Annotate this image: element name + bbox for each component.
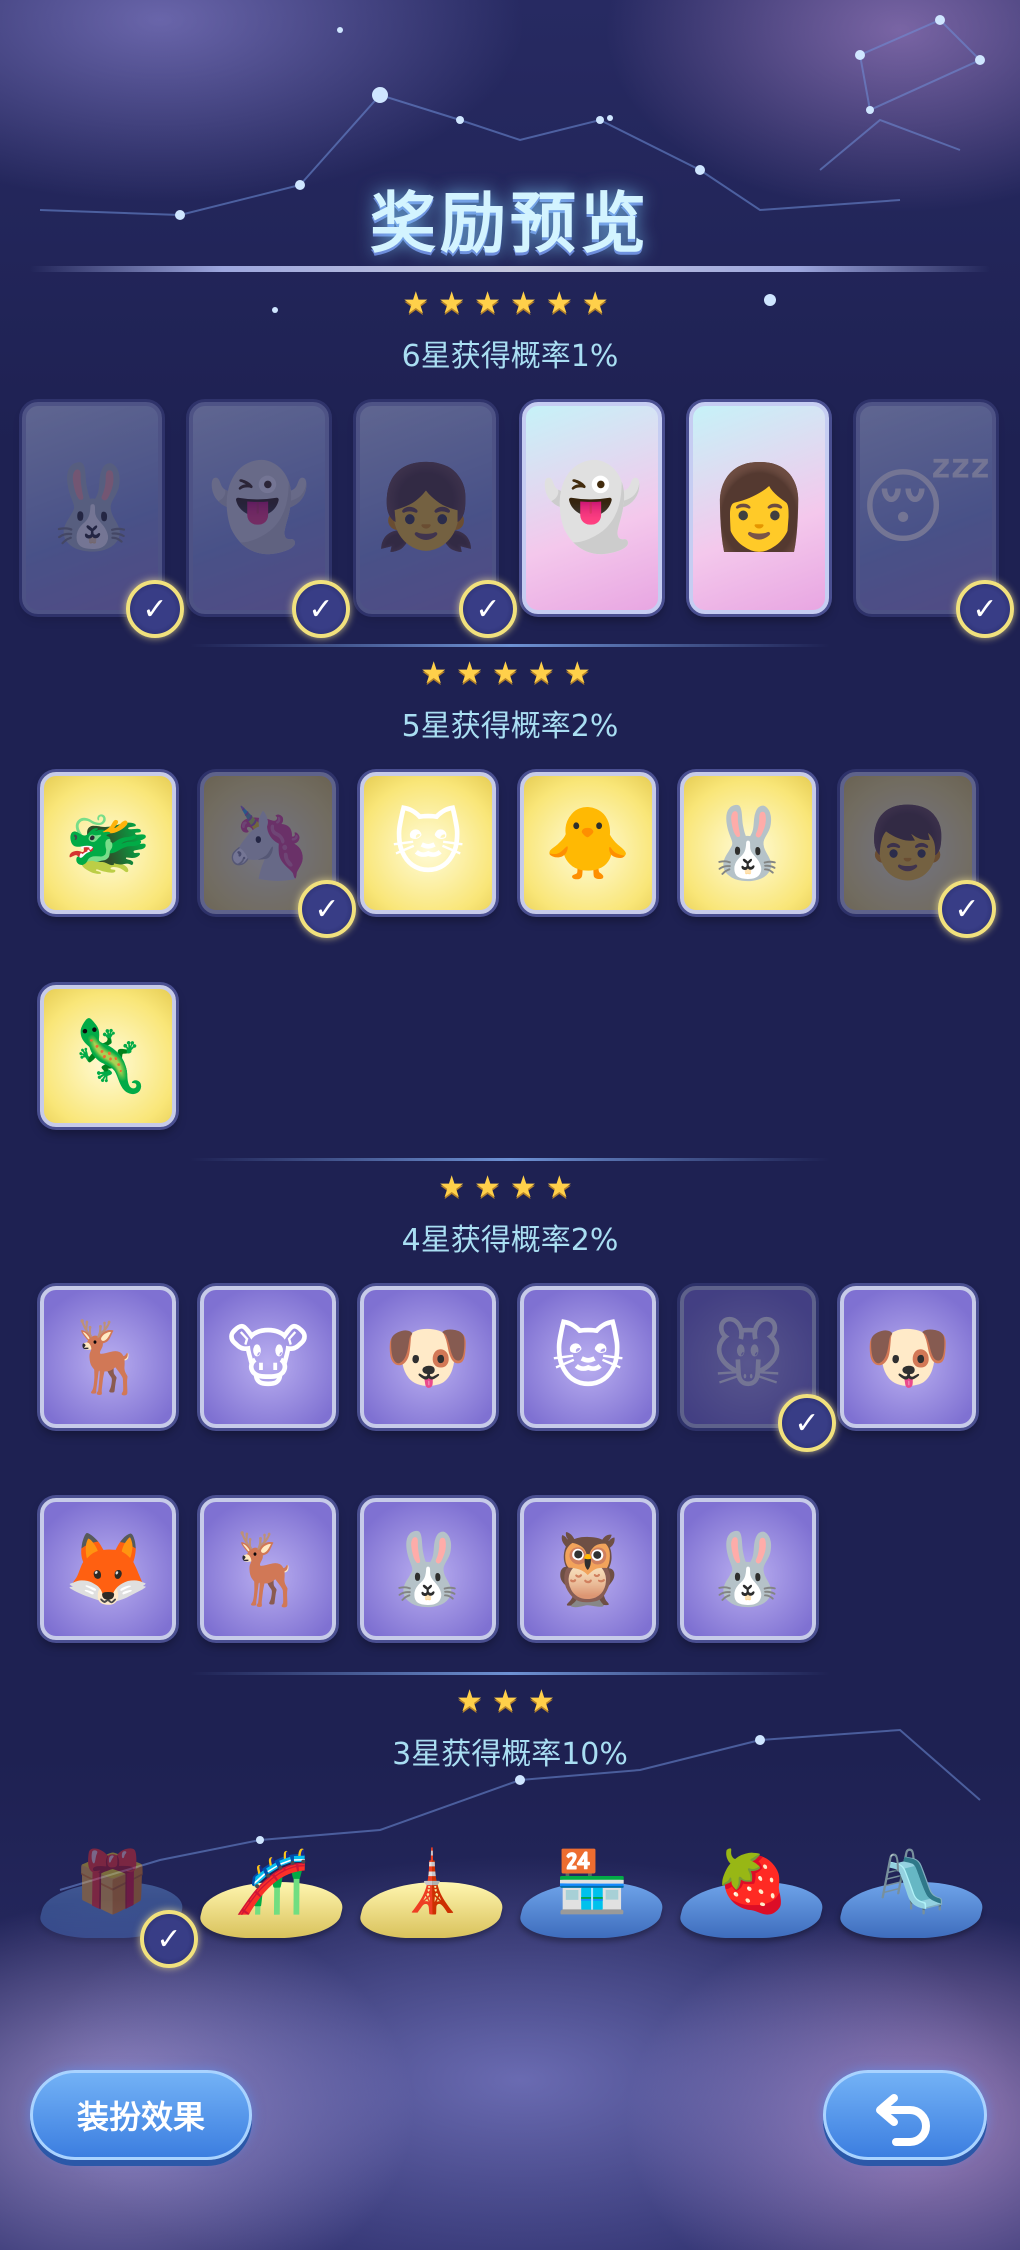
mouse-head-icon: 🐭 [711,1316,785,1398]
top-hat-owl-head-icon: 🦉 [544,1528,632,1610]
page-title: 奖励预览 [370,185,650,262]
strawberry-house-island-icon: 🍓 [714,1847,790,1917]
steampunk-cat-head-icon: 🐱 [551,1316,625,1398]
shop-stall-island-icon: 🏪 [554,1847,630,1917]
sleeping-cloud-costume-icon: 😴 [860,460,992,555]
tower-island-icon: 🗼 [394,1847,470,1917]
reward-card-4star-1[interactable]: 🦌 [40,1286,176,1428]
red-fox-head-icon: 🦊 [64,1528,152,1610]
roller-coaster-island-icon: 🎢 [234,1847,310,1917]
axolotl-goggles-head-icon: 🦎 [64,1015,152,1097]
owned-check-icon: ✓ [778,1394,836,1452]
reward-card-5star-5[interactable]: 🐰 [680,772,816,914]
slide-island-icon: 🛝 [874,1847,950,1917]
party-bunny-head-icon: 🐰 [704,802,792,884]
reward-card-5star-4[interactable]: 🐥 [520,772,656,914]
reward-card-4star-4[interactable]: 🐱 [520,1286,656,1428]
reward-island-3star-5[interactable]: 🍓 [675,1818,829,1938]
reward-island-3star-6[interactable]: 🛝 [835,1818,989,1938]
back-button[interactable] [823,2070,987,2160]
probability-5-star: 5星获得概率2% [401,709,619,744]
section-5-star-header: ★★★★★ 5星获得概率2% [0,656,1020,745]
reward-card-4star-6[interactable]: 🐶 [840,1286,976,1428]
star-rating-5: ★★★★★ [420,656,600,691]
owned-check-icon: ✓ [956,580,1014,638]
probability-3-star: 3星获得概率10% [392,1737,628,1772]
reward-card-4star-9[interactable]: 🐰 [360,1498,496,1640]
reward-card-4star-7[interactable]: 🦊 [40,1498,176,1640]
white-hair-doll-costume-icon: 👩 [707,460,811,555]
gift-house-island-icon: 🎁 [74,1847,150,1917]
reward-island-3star-3[interactable]: 🗼 [355,1818,509,1938]
star-rating-6: ★★★★★★ [402,286,618,321]
deer-green-hat-head-icon: 🦌 [64,1316,152,1398]
reward-card-6star-5[interactable]: 👩 [689,402,829,614]
reward-card-4star-11[interactable]: 🐰 [680,1498,816,1640]
clown-bunny-head-icon: 🐰 [704,1528,792,1610]
title-divider [30,266,990,272]
red-bunny-hood-costume-icon: 🐰 [40,460,144,555]
probability-6-star: 6星获得概率1% [401,339,619,374]
antler-girl-head-icon: 🦌 [224,1528,312,1610]
return-arrow-icon [876,2094,930,2146]
owned-check-icon: ✓ [126,580,184,638]
reward-card-5star-3[interactable]: 🐱 [360,772,496,914]
reward-card-5star-7[interactable]: 🦎 [40,985,176,1127]
reward-island-3star-2[interactable]: 🎢 [195,1818,349,1938]
reward-card-6star-4[interactable]: 👻 [522,402,662,614]
reward-island-3star-4[interactable]: 🏪 [515,1818,669,1938]
section-divider [190,1158,830,1161]
bull-head-icon: 🐮 [226,1316,310,1398]
star-rating-3: ★★★ [456,1684,564,1719]
owned-check-icon: ✓ [459,580,517,638]
reward-card-5star-1[interactable]: 🐲 [40,772,176,914]
brown-bow-dog-head-icon: 🐶 [864,1316,952,1398]
section-4-star-header: ★★★★ 4星获得概率2% [0,1170,1020,1259]
reward-card-4star-8[interactable]: 🦌 [200,1498,336,1640]
probability-4-star: 4星获得概率2% [401,1223,619,1258]
white-spiral-ghost-costume-icon: 👻 [540,460,644,555]
section-6-star-header: ★★★★★★ 6星获得概率1% [0,286,1020,375]
green-scarf-ghost-costume-icon: 👻 [207,460,311,555]
reward-card-4star-3[interactable]: 🐶 [360,1286,496,1428]
owned-check-icon: ✓ [298,880,356,938]
section-3-star-header: ★★★ 3星获得概率10% [0,1684,1020,1773]
owned-check-icon: ✓ [938,880,996,938]
owned-check-icon: ✓ [140,1910,198,1968]
section-divider [190,1672,830,1675]
patch-bunny-head-icon: 🐰 [384,1528,472,1610]
reward-card-4star-2[interactable]: 🐮 [200,1286,336,1428]
dress-effect-button[interactable]: 装扮效果 [30,2070,252,2160]
blue-hair-kid-head-icon: 👦 [864,802,952,884]
orange-hair-girl-costume-icon: 👧 [374,460,478,555]
unicorn-head-icon: 🦄 [224,802,312,884]
section-divider [190,644,830,647]
owned-check-icon: ✓ [292,580,350,638]
white-dog-head-icon: 🐶 [384,1316,472,1398]
star-rating-4: ★★★★ [438,1170,582,1205]
lynx-head-icon: 🐱 [391,802,465,884]
pink-dragon-head-icon: 🐲 [64,802,152,884]
duck-head-icon: 🐥 [544,802,632,884]
reward-card-4star-10[interactable]: 🦉 [520,1498,656,1640]
